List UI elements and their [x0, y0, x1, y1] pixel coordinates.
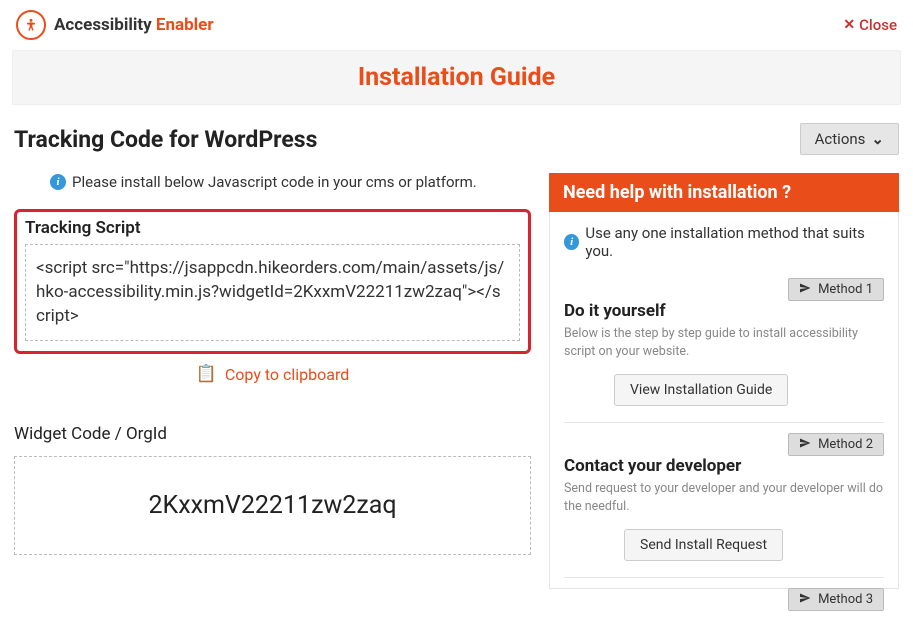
section-heading: Tracking Code for WordPress: [14, 126, 317, 153]
page-title-bar: Installation Guide: [12, 50, 901, 105]
page-title: Installation Guide: [25, 63, 888, 92]
clipboard-icon: 📋: [196, 364, 217, 384]
left-column: i Please install below Javascript code i…: [14, 173, 531, 611]
method-2-desc: Send request to your developer and your …: [564, 480, 884, 515]
paper-plane-icon: [799, 592, 811, 607]
tracking-script-title: Tracking Script: [25, 218, 520, 238]
widget-code-value[interactable]: 2KxxmV22211zw2zaq: [14, 456, 531, 555]
method-1-desc: Below is the step by step guide to insta…: [564, 325, 884, 360]
help-intro: i Use any one installation method that s…: [564, 224, 884, 260]
install-hint: i Please install below Javascript code i…: [50, 173, 531, 191]
help-intro-text: Use any one installation method that sui…: [585, 224, 884, 260]
tracking-script-panel: Tracking Script <script src="https://jsa…: [14, 209, 531, 354]
tracking-script-code[interactable]: <script src="https://jsappcdn.hikeorders…: [25, 244, 520, 341]
install-hint-text: Please install below Javascript code in …: [72, 173, 477, 191]
help-heading: Need help with installation ?: [549, 173, 899, 212]
section-header: Tracking Code for WordPress Actions ⌄: [0, 105, 913, 165]
method-2-section: Method 2 Contact your developer Send req…: [564, 433, 884, 578]
chevron-down-icon: ⌄: [871, 130, 884, 148]
help-panel: Need help with installation ? i Use any …: [549, 173, 899, 611]
help-body: i Use any one installation method that s…: [549, 212, 899, 589]
info-icon: i: [50, 174, 66, 190]
method-1-section: Method 1 Do it yourself Below is the ste…: [564, 278, 884, 423]
close-button[interactable]: ✕ Close: [843, 16, 897, 34]
method-1-badge: Method 1: [788, 278, 884, 301]
actions-dropdown[interactable]: Actions ⌄: [800, 123, 899, 155]
paper-plane-icon: [799, 437, 811, 452]
send-install-request-button[interactable]: Send Install Request: [624, 529, 783, 561]
app-header: Accessibility Enabler ✕ Close: [0, 0, 913, 50]
paper-plane-icon: [799, 282, 811, 297]
brand-logo: Accessibility Enabler: [16, 10, 214, 40]
close-label: Close: [859, 16, 897, 34]
info-icon: i: [564, 234, 579, 250]
accessibility-icon: [16, 10, 46, 40]
method-1-title: Do it yourself: [564, 301, 884, 321]
method-2-badge: Method 2: [788, 433, 884, 456]
copy-to-clipboard-button[interactable]: 📋 Copy to clipboard: [196, 364, 350, 384]
widget-code-label: Widget Code / OrgId: [14, 424, 531, 444]
brand-name: Accessibility Enabler: [54, 15, 214, 35]
view-installation-guide-button[interactable]: View Installation Guide: [614, 374, 788, 406]
close-icon: ✕: [843, 17, 855, 33]
method-2-title: Contact your developer: [564, 456, 884, 476]
copy-label: Copy to clipboard: [225, 365, 349, 384]
method-3-badge: Method 3: [788, 588, 884, 611]
main-content: i Please install below Javascript code i…: [0, 165, 913, 611]
actions-label: Actions: [815, 130, 866, 148]
